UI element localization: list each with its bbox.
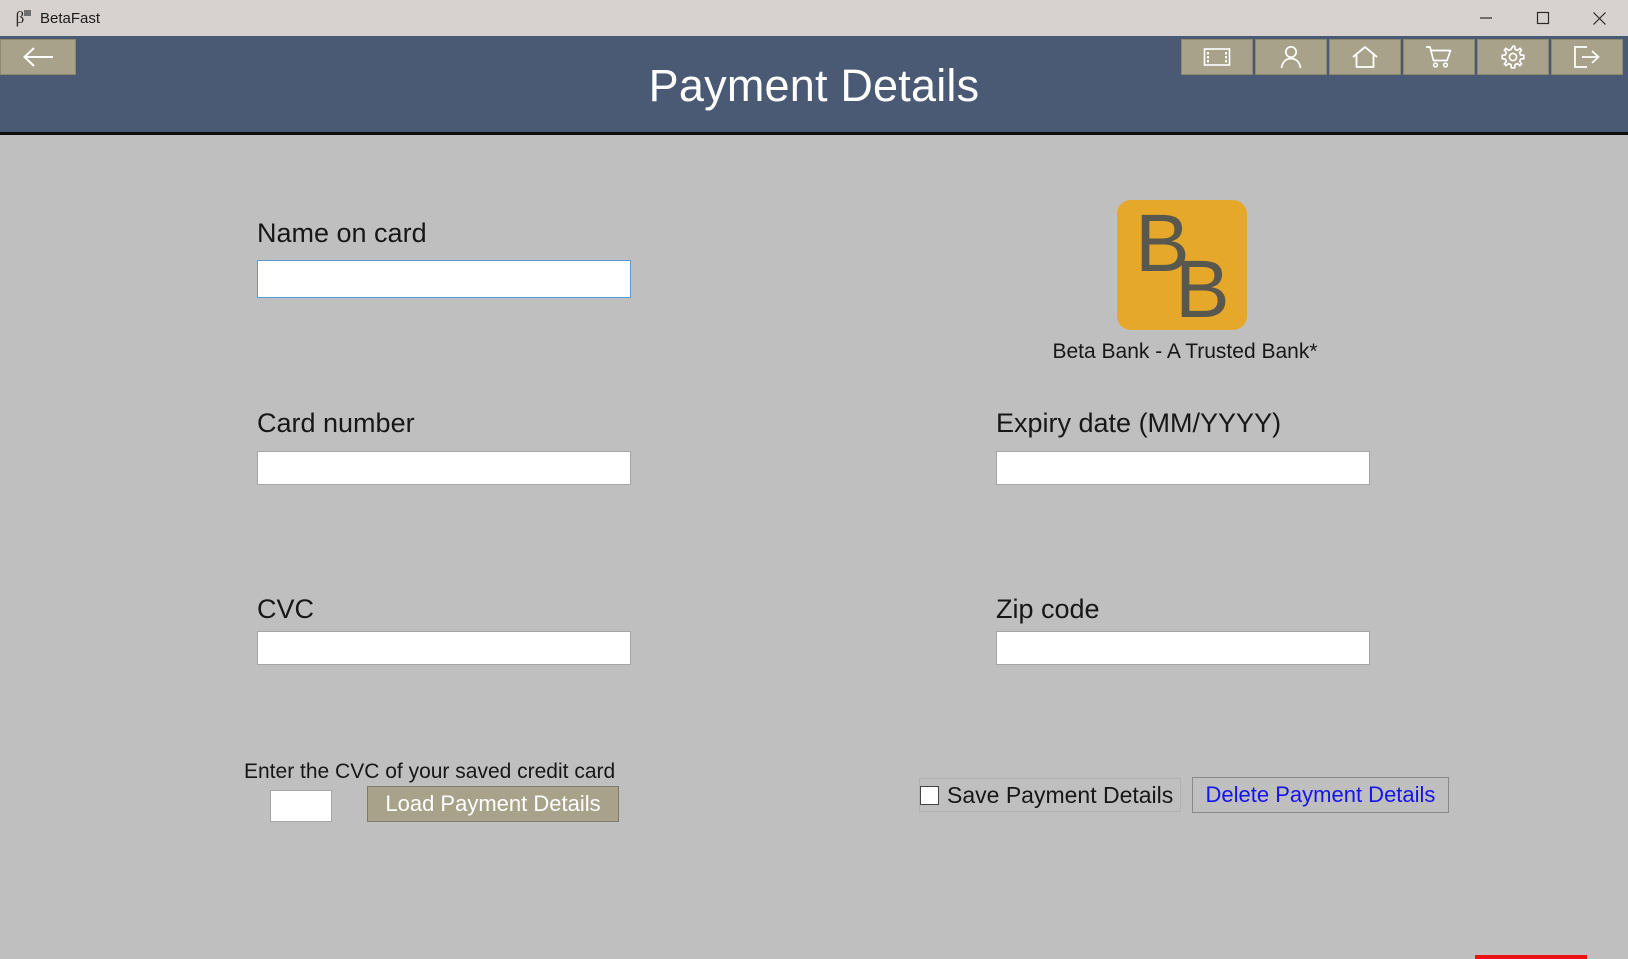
minimize-button[interactable]	[1457, 0, 1514, 36]
zip-code-input[interactable]	[996, 631, 1370, 665]
app-logo-icon: β	[11, 9, 31, 27]
close-button[interactable]	[1571, 0, 1628, 36]
logout-icon-button[interactable]	[1551, 39, 1623, 75]
saved-cvc-input[interactable]	[270, 790, 332, 822]
media-icon	[1203, 48, 1231, 66]
page-body: Name on card Card number CVC B B Beta Ba…	[0, 138, 1628, 959]
cvc-input[interactable]	[257, 631, 631, 665]
saved-cvc-hint: Enter the CVC of your saved credit card	[244, 760, 616, 783]
save-payment-details-label: Save Payment Details	[947, 781, 1174, 808]
page-header: Payment Details	[0, 36, 1628, 135]
home-icon	[1352, 46, 1378, 68]
save-payment-details-checkbox[interactable]	[920, 785, 939, 805]
application-window: β BetaFast Payment Details Name on card …	[0, 0, 1628, 959]
name-on-card-label: Name on card	[257, 218, 427, 248]
logo-letter-bottom: B	[1175, 244, 1230, 335]
expiry-date-input[interactable]	[996, 451, 1370, 485]
account-icon-button[interactable]	[1255, 39, 1327, 75]
title-bar: β BetaFast	[0, 0, 1628, 36]
cart-icon	[1426, 46, 1452, 68]
logout-icon	[1574, 46, 1600, 68]
account-icon	[1280, 45, 1302, 69]
cart-icon-button[interactable]	[1403, 39, 1475, 75]
name-on-card-input[interactable]	[257, 260, 631, 298]
media-icon-button[interactable]	[1181, 39, 1253, 75]
beta-bank-logo: B B	[1117, 200, 1247, 335]
save-payment-details-checkbox-row[interactable]: Save Payment Details	[919, 778, 1182, 812]
expiry-date-label: Expiry date (MM/YYYY)	[996, 408, 1282, 438]
card-number-input[interactable]	[257, 451, 631, 485]
load-payment-details-button[interactable]: Load Payment Details	[367, 786, 619, 822]
settings-gear-icon-button[interactable]	[1477, 39, 1549, 75]
maximize-button[interactable]	[1514, 0, 1571, 36]
bank-caption: Beta Bank - A Trusted Bank*	[1052, 340, 1318, 363]
settings-gear-icon	[1501, 45, 1525, 69]
window-controls	[1457, 0, 1628, 36]
window-title: BetaFast	[40, 9, 101, 27]
home-icon-button[interactable]	[1329, 39, 1401, 75]
header-nav-icons	[1181, 39, 1623, 75]
cvc-label: CVC	[257, 594, 315, 624]
delete-payment-details-button[interactable]: Delete Payment Details	[1192, 777, 1449, 813]
zip-code-label: Zip code	[996, 594, 1100, 624]
card-number-label: Card number	[257, 408, 415, 438]
